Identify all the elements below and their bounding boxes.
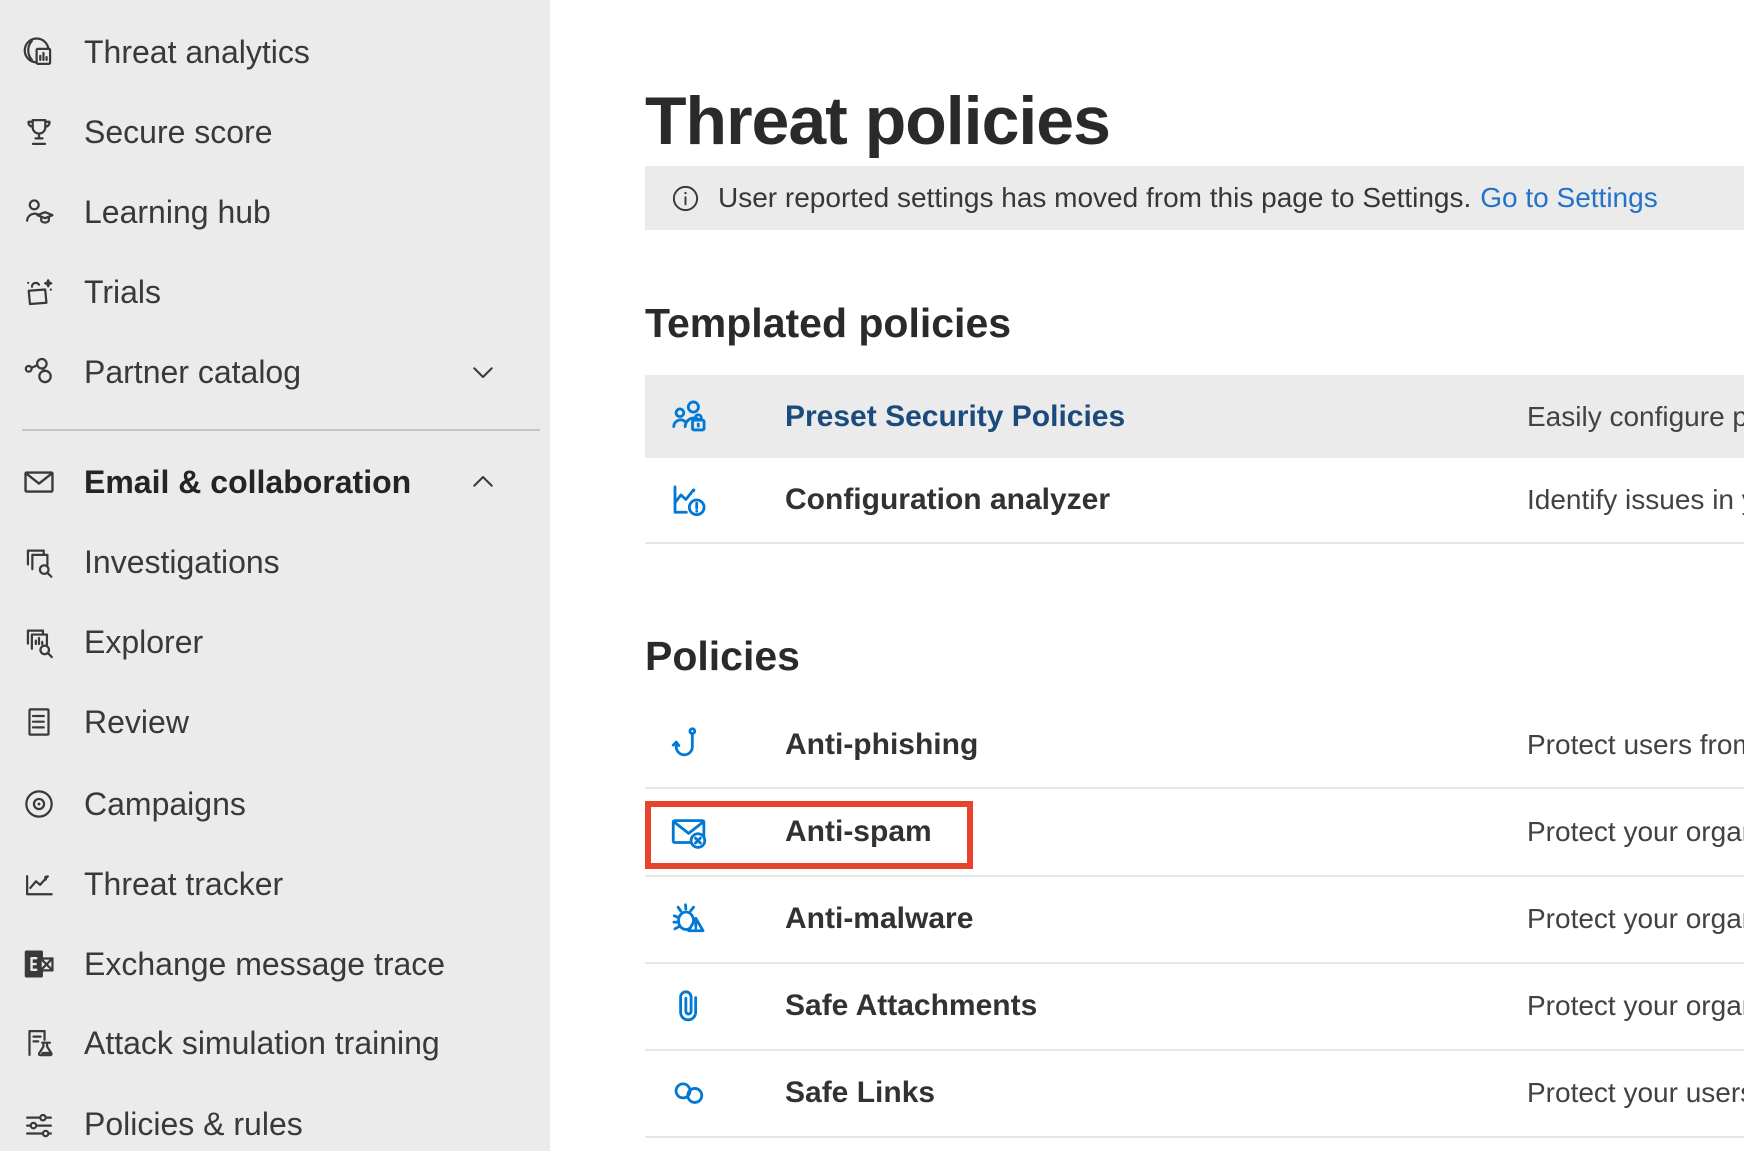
section-heading-policies: Policies xyxy=(645,633,800,680)
secure-score-icon xyxy=(20,113,58,151)
section-heading-templated-policies: Templated policies xyxy=(645,300,1011,347)
sidebar-item-investigations[interactable]: Investigations xyxy=(0,522,550,602)
row-label: Safe Links xyxy=(785,1076,935,1110)
row-safe-attachments[interactable]: Safe Attachments Protect your organiza xyxy=(645,963,1744,1048)
row-description: Protect your organiza xyxy=(1527,903,1744,935)
sidebar-item-label: Campaigns xyxy=(84,786,246,823)
row-label: Anti-spam xyxy=(785,815,932,849)
exchange-message-trace-icon xyxy=(20,945,58,983)
info-icon xyxy=(670,183,701,214)
sidebar-item-explorer[interactable]: Explorer xyxy=(0,602,550,682)
anti-malware-icon xyxy=(668,898,710,940)
banner-text: User reported settings has moved from th… xyxy=(718,182,1471,214)
sidebar-item-secure-score[interactable]: Secure score xyxy=(0,92,550,172)
row-anti-phishing[interactable]: Anti-phishing Protect users from ph xyxy=(645,702,1744,787)
sidebar-item-attack-simulation-training[interactable]: Attack simulation training xyxy=(0,1003,550,1083)
trials-icon xyxy=(20,273,58,311)
row-anti-spam[interactable]: Anti-spam Protect your organiza xyxy=(645,789,1744,874)
chevron-down-icon xyxy=(468,357,498,387)
sidebar-item-email-collaboration[interactable]: Email & collaboration xyxy=(0,442,550,522)
row-divider xyxy=(645,1136,1744,1138)
sidebar-item-learning-hub[interactable]: Learning hub xyxy=(0,172,550,252)
row-label: Configuration analyzer xyxy=(785,483,1110,517)
sidebar-item-policies-rules[interactable]: Policies & rules xyxy=(0,1084,550,1164)
sidebar-item-label: Threat tracker xyxy=(84,866,283,903)
row-safe-links[interactable]: Safe Links Protect your users fro xyxy=(645,1050,1744,1135)
sidebar-item-label: Review xyxy=(84,704,189,741)
go-to-settings-link[interactable]: Go to Settings xyxy=(1480,182,1657,214)
sidebar-item-campaigns[interactable]: Campaigns xyxy=(0,764,550,844)
row-label: Anti-phishing xyxy=(785,728,978,762)
email-collaboration-icon xyxy=(20,463,58,501)
sidebar-item-label: Explorer xyxy=(84,624,203,661)
policies-rules-icon xyxy=(20,1105,58,1143)
info-banner: User reported settings has moved from th… xyxy=(645,166,1744,230)
sidebar-item-label: Secure score xyxy=(84,114,273,151)
configuration-analyzer-icon xyxy=(668,479,710,521)
row-description: Protect your organiza xyxy=(1527,990,1744,1022)
threat-tracker-icon xyxy=(20,865,58,903)
chevron-up-icon xyxy=(468,467,498,497)
threat-analytics-icon xyxy=(20,33,58,71)
row-configuration-analyzer[interactable]: Configuration analyzer Identify issues i… xyxy=(645,458,1744,541)
row-description: Protect users from ph xyxy=(1527,729,1744,761)
attack-simulation-training-icon xyxy=(20,1024,58,1062)
sidebar-item-threat-analytics[interactable]: Threat analytics xyxy=(0,12,550,92)
review-icon xyxy=(20,703,58,741)
section-divider xyxy=(645,542,1744,544)
learning-hub-icon xyxy=(20,193,58,231)
sidebar-divider xyxy=(22,429,540,431)
sidebar-item-label: Email & collaboration xyxy=(84,464,411,501)
anti-phishing-icon xyxy=(668,724,710,766)
row-description: Identify issues in you xyxy=(1527,484,1744,516)
sidebar-item-label: Partner catalog xyxy=(84,354,301,391)
page-title: Threat policies xyxy=(645,82,1110,160)
row-preset-security-policies[interactable]: Preset Security Policies Easily configur… xyxy=(645,375,1744,458)
threat-policies-page: { "sidebar": { "items": [ {"label": "Thr… xyxy=(0,0,1744,1151)
row-anti-malware[interactable]: Anti-malware Protect your organiza xyxy=(645,876,1744,961)
sidebar-item-exchange-message-trace[interactable]: Exchange message trace xyxy=(0,924,550,1004)
campaigns-icon xyxy=(20,785,58,823)
investigations-icon xyxy=(20,543,58,581)
sidebar-item-review[interactable]: Review xyxy=(0,682,550,762)
preset-security-policies-icon xyxy=(668,396,710,438)
safe-links-icon xyxy=(668,1072,710,1114)
sidebar-item-label: Attack simulation training xyxy=(84,1025,440,1062)
sidebar: Threat analytics Secure score Learning h… xyxy=(0,0,550,1151)
row-description: Easily configure prote xyxy=(1527,401,1744,433)
row-label: Safe Attachments xyxy=(785,989,1037,1023)
row-label: Preset Security Policies xyxy=(785,400,1125,434)
safe-attachments-icon xyxy=(668,985,710,1027)
sidebar-item-label: Learning hub xyxy=(84,194,271,231)
anti-spam-icon xyxy=(668,811,710,853)
sidebar-item-label: Threat analytics xyxy=(84,34,310,71)
row-description: Protect your organiza xyxy=(1527,816,1744,848)
sidebar-item-label: Exchange message trace xyxy=(84,946,445,983)
sidebar-item-label: Investigations xyxy=(84,544,280,581)
sidebar-item-trials[interactable]: Trials xyxy=(0,252,550,332)
row-label: Anti-malware xyxy=(785,902,973,936)
explorer-icon xyxy=(20,623,58,661)
partner-catalog-icon xyxy=(20,353,58,391)
sidebar-item-threat-tracker[interactable]: Threat tracker xyxy=(0,844,550,924)
sidebar-item-label: Trials xyxy=(84,274,161,311)
sidebar-item-partner-catalog[interactable]: Partner catalog xyxy=(0,332,550,412)
sidebar-item-label: Policies & rules xyxy=(84,1106,303,1143)
row-description: Protect your users fro xyxy=(1527,1077,1744,1109)
